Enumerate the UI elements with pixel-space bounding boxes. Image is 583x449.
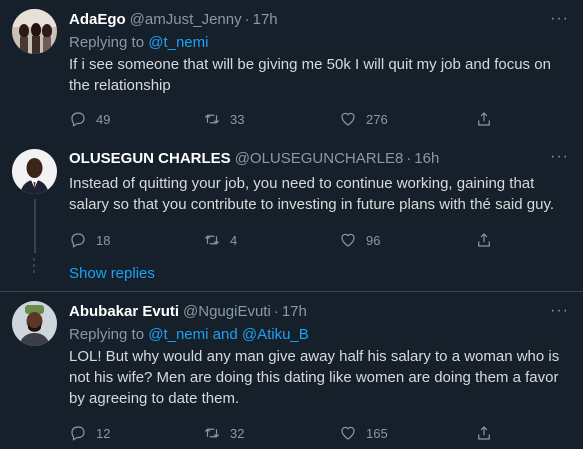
replying-to: Replying to @t_nemi: [69, 34, 571, 51]
like-count: 276: [366, 111, 388, 127]
reply-button[interactable]: 49: [69, 110, 110, 128]
retweet-icon: [204, 428, 220, 438]
tweet-adaego[interactable]: AdaEgo @amJust_Jenny · 17h ··· Replying …: [0, 0, 583, 138]
tweet-abubakar[interactable]: Abubakar Evuti @NgugiEvuti · 17h ··· Rep…: [0, 291, 583, 449]
display-name[interactable]: OLUSEGUN CHARLES: [69, 150, 231, 167]
reply-count: 49: [96, 111, 111, 127]
replying-link[interactable]: @t_nemi: [148, 34, 208, 51]
reply-icon: [71, 112, 85, 127]
like-count: 96: [366, 232, 381, 248]
separator: ·: [244, 10, 250, 28]
timestamp[interactable]: 17h: [282, 303, 307, 320]
share-icon: [478, 426, 490, 440]
tweet-header: Abubakar Evuti @NgugiEvuti · 17h: [69, 301, 571, 321]
reply-count: 18: [96, 232, 111, 248]
retweet-count: 32: [230, 425, 245, 441]
retweet-button[interactable]: 4: [203, 231, 237, 249]
tweet-text: LOL! But why would any man give away hal…: [69, 348, 560, 407]
replying-link-2[interactable]: @Atiku_B: [242, 326, 309, 343]
heart-icon: [341, 112, 355, 126]
tweet-text: Instead of quitting your job, you need t…: [69, 175, 554, 213]
avatar[interactable]: [12, 9, 57, 54]
replying-prefix: Replying to: [69, 34, 145, 51]
display-name[interactable]: AdaEgo: [69, 11, 126, 28]
share-button[interactable]: [475, 424, 493, 442]
share-icon: [478, 112, 490, 126]
heart-icon: [341, 426, 355, 440]
reply-count: 12: [96, 425, 111, 441]
timestamp[interactable]: 17h: [253, 11, 278, 28]
retweet-count: 33: [230, 111, 245, 127]
more-dots-icon[interactable]: ···: [550, 148, 569, 166]
thread-dots: [33, 258, 35, 276]
show-replies-link[interactable]: Show replies: [69, 265, 155, 282]
retweet-count: 4: [230, 232, 238, 248]
tweet-actions: 49 33 276: [69, 107, 571, 131]
avatar[interactable]: [12, 149, 57, 194]
replying-link[interactable]: @t_nemi: [148, 326, 208, 343]
retweet-icon: [204, 114, 220, 124]
reply-icon: [71, 233, 85, 248]
like-button[interactable]: 165: [339, 424, 388, 442]
more-dots-icon[interactable]: ···: [550, 302, 569, 320]
reply-button[interactable]: 12: [69, 424, 110, 442]
replying-and: and: [212, 326, 238, 343]
tweet-text: If i see someone that will be giving me …: [69, 56, 551, 94]
tweet-header: AdaEgo @amJust_Jenny · 17h: [69, 9, 571, 29]
like-button[interactable]: 96: [339, 231, 380, 249]
separator: ·: [273, 302, 279, 320]
tweet-header: OLUSEGUN CHARLES @OLUSEGUNCHARLE8 · 16h: [69, 148, 571, 168]
like-count: 165: [366, 425, 388, 441]
user-handle[interactable]: @NgugiEvuti: [183, 303, 271, 320]
tweet-actions: 12 32 165: [69, 421, 571, 445]
like-button[interactable]: 276: [339, 110, 388, 128]
reply-button[interactable]: 18: [69, 231, 110, 249]
avatar[interactable]: [12, 301, 57, 346]
timestamp[interactable]: 16h: [414, 150, 439, 167]
replying-prefix: Replying to: [69, 326, 145, 343]
share-icon: [478, 233, 490, 247]
user-handle[interactable]: @amJust_Jenny: [130, 11, 242, 28]
reply-icon: [71, 426, 85, 441]
heart-icon: [341, 233, 355, 247]
tweet-actions: 18 4 96: [69, 228, 571, 252]
display-name[interactable]: Abubakar Evuti: [69, 303, 179, 320]
more-dots-icon[interactable]: ···: [550, 10, 569, 28]
replying-to: Replying to @t_nemi and @Atiku_B: [69, 326, 571, 343]
user-handle[interactable]: @OLUSEGUNCHARLE8: [235, 150, 404, 167]
share-button[interactable]: [475, 231, 493, 249]
share-button[interactable]: [475, 110, 493, 128]
retweet-icon: [204, 235, 220, 245]
retweet-button[interactable]: 32: [203, 424, 244, 442]
retweet-button[interactable]: 33: [203, 110, 244, 128]
separator: ·: [406, 149, 412, 167]
